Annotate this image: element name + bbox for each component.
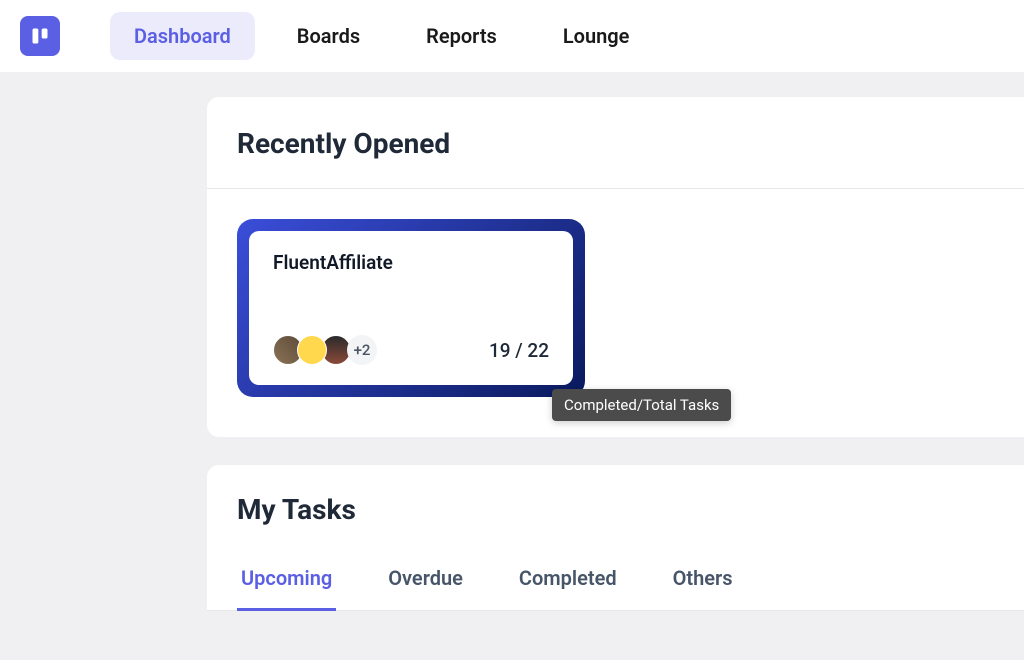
recently-opened-title: Recently Opened xyxy=(237,127,1024,160)
nav-reports[interactable]: Reports xyxy=(402,12,521,60)
task-count: 19 / 22 xyxy=(489,339,549,362)
main-content: Recently Opened FluentAffiliate +2 19 / … xyxy=(0,72,1024,611)
my-tasks-tabs: Upcoming Overdue Completed Others xyxy=(207,566,1024,611)
main-nav: Dashboard Boards Reports Lounge xyxy=(110,12,653,60)
avatar xyxy=(297,335,327,365)
nav-boards[interactable]: Boards xyxy=(273,12,384,60)
nav-dashboard[interactable]: Dashboard xyxy=(110,12,255,60)
project-meta: +2 19 / 22 xyxy=(273,335,549,365)
nav-lounge[interactable]: Lounge xyxy=(539,12,654,60)
avatar-overflow: +2 xyxy=(347,335,377,365)
tab-completed[interactable]: Completed xyxy=(515,566,621,611)
task-count-tooltip: Completed/Total Tasks xyxy=(552,389,731,421)
project-card[interactable]: FluentAffiliate +2 19 / 22 Completed/Tot… xyxy=(237,219,585,397)
project-name: FluentAffiliate xyxy=(273,251,549,274)
project-card-inner: FluentAffiliate +2 19 / 22 xyxy=(249,231,573,385)
logo-icon xyxy=(30,26,50,46)
tab-overdue[interactable]: Overdue xyxy=(384,566,467,611)
top-navigation: Dashboard Boards Reports Lounge xyxy=(0,0,1024,72)
recently-opened-panel: Recently Opened FluentAffiliate +2 19 / … xyxy=(207,97,1024,437)
app-logo[interactable] xyxy=(20,16,60,56)
avatar-group[interactable]: +2 xyxy=(273,335,371,365)
divider xyxy=(207,188,1024,189)
tab-upcoming[interactable]: Upcoming xyxy=(237,566,336,611)
my-tasks-panel: My Tasks Upcoming Overdue Completed Othe… xyxy=(207,465,1024,611)
tab-others[interactable]: Others xyxy=(669,566,737,611)
my-tasks-title: My Tasks xyxy=(237,493,1024,526)
